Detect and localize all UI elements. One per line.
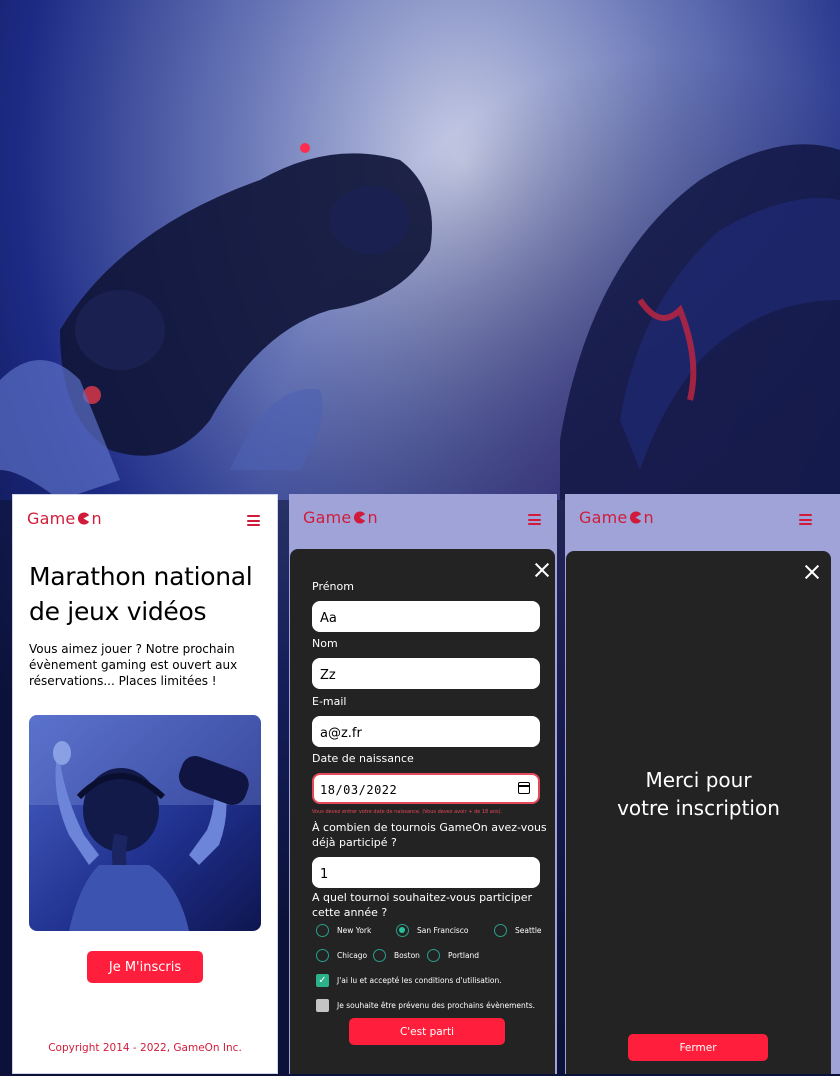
logo-text-left: Game bbox=[303, 508, 352, 527]
hamburger-menu-icon[interactable] bbox=[528, 514, 541, 525]
gameon-logo[interactable]: Game n bbox=[579, 508, 654, 527]
gamer-photo bbox=[29, 715, 261, 931]
tournaments-count-field[interactable]: 1 bbox=[312, 857, 540, 888]
intro-text: Vous aimez jouer ? Notre prochain évènem… bbox=[29, 642, 238, 688]
location-option-seattle[interactable]: Seattle bbox=[494, 924, 542, 937]
location-label: New York bbox=[337, 926, 372, 935]
location-label: San Francisco bbox=[417, 926, 469, 935]
location-option-boston[interactable]: Boston bbox=[373, 949, 420, 962]
email-label: E-mail bbox=[312, 695, 347, 708]
birthdate-value: 18/03/2022 bbox=[320, 783, 398, 797]
pacman-o-icon bbox=[630, 511, 642, 524]
tournaments-question: À combien de tournois GameOn avez-vous d… bbox=[312, 821, 547, 849]
location-label: Chicago bbox=[337, 951, 368, 960]
home-screen: Game n Marathon national de jeux vidéos … bbox=[12, 494, 278, 1074]
radio-icon bbox=[373, 949, 386, 962]
calendar-icon[interactable] bbox=[518, 782, 530, 794]
newsletter-label: Je souhaite être prévenu des prochains é… bbox=[337, 1001, 536, 1010]
submit-button[interactable]: C'est parti bbox=[349, 1018, 505, 1045]
close-button[interactable]: Fermer bbox=[628, 1034, 768, 1061]
logo-text-right: n bbox=[643, 508, 654, 527]
logo-text-left: Game bbox=[27, 509, 76, 528]
checkmark-icon: ✓ bbox=[316, 974, 329, 987]
location-label: Portland bbox=[448, 951, 480, 960]
confirmation-line-1: Merci pour bbox=[645, 768, 752, 792]
last-name-field[interactable]: Zz bbox=[312, 658, 540, 689]
birthdate-error: Vous devez entrer votre date de naissanc… bbox=[312, 809, 503, 815]
radio-icon bbox=[316, 949, 329, 962]
registration-screen: Game n Prénom Aa Nom Zz E-mail a@z.fr Da… bbox=[289, 494, 557, 1074]
confirmation-line-2: votre inscription bbox=[617, 796, 780, 820]
close-icon[interactable] bbox=[535, 563, 549, 577]
location-option-san-francisco[interactable]: San Francisco bbox=[396, 924, 469, 937]
location-option-portland[interactable]: Portland bbox=[427, 949, 479, 962]
confirmation-message: Merci pour votre inscription bbox=[566, 766, 831, 822]
gameon-logo[interactable]: Game n bbox=[303, 508, 378, 527]
page-title: Marathon national de jeux vidéos bbox=[29, 562, 253, 626]
radio-icon bbox=[316, 924, 329, 937]
location-option-new-york[interactable]: New York bbox=[316, 924, 371, 937]
copyright-text: Copyright 2014 - 2022, GameOn Inc. bbox=[48, 1042, 242, 1054]
radio-icon bbox=[427, 949, 440, 962]
location-question: A quel tournoi souhaitez-vous participer… bbox=[312, 891, 533, 919]
terms-label: J'ai lu et accepté les conditions d'util… bbox=[337, 976, 502, 985]
email-field[interactable]: a@z.fr bbox=[312, 716, 540, 747]
birthdate-field[interactable]: 18/03/2022 bbox=[312, 773, 540, 804]
pacman-o-icon bbox=[78, 512, 90, 525]
registration-modal: Prénom Aa Nom Zz E-mail a@z.fr Date de n… bbox=[290, 549, 555, 1074]
newsletter-checkbox[interactable]: Je souhaite être prévenu des prochains é… bbox=[316, 999, 535, 1012]
location-option-chicago[interactable]: Chicago bbox=[316, 949, 367, 962]
hamburger-menu-icon[interactable] bbox=[247, 515, 260, 526]
checkbox-empty-icon bbox=[316, 999, 329, 1012]
first-name-label: Prénom bbox=[312, 580, 354, 593]
first-name-field[interactable]: Aa bbox=[312, 601, 540, 632]
logo-text-right: n bbox=[367, 508, 378, 527]
hamburger-menu-icon[interactable] bbox=[799, 514, 812, 525]
close-icon[interactable] bbox=[805, 565, 819, 579]
terms-checkbox[interactable]: ✓ J'ai lu et accepté les conditions d'uti… bbox=[316, 974, 502, 987]
confirmation-screen: Game n Merci pour votre inscription Ferm… bbox=[565, 494, 840, 1074]
pacman-o-icon bbox=[354, 511, 366, 524]
register-button[interactable]: Je M'inscris bbox=[87, 951, 203, 983]
birthdate-label: Date de naissance bbox=[312, 752, 414, 765]
logo-text-left: Game bbox=[579, 508, 628, 527]
confirmation-modal: Merci pour votre inscription Fermer bbox=[566, 551, 831, 1074]
last-name-label: Nom bbox=[312, 637, 338, 650]
gameon-logo[interactable]: Game n bbox=[27, 509, 102, 528]
location-label: Seattle bbox=[515, 926, 542, 935]
radio-selected-icon bbox=[396, 924, 409, 937]
radio-icon bbox=[494, 924, 507, 937]
logo-text-right: n bbox=[91, 509, 102, 528]
location-label: Boston bbox=[394, 951, 420, 960]
